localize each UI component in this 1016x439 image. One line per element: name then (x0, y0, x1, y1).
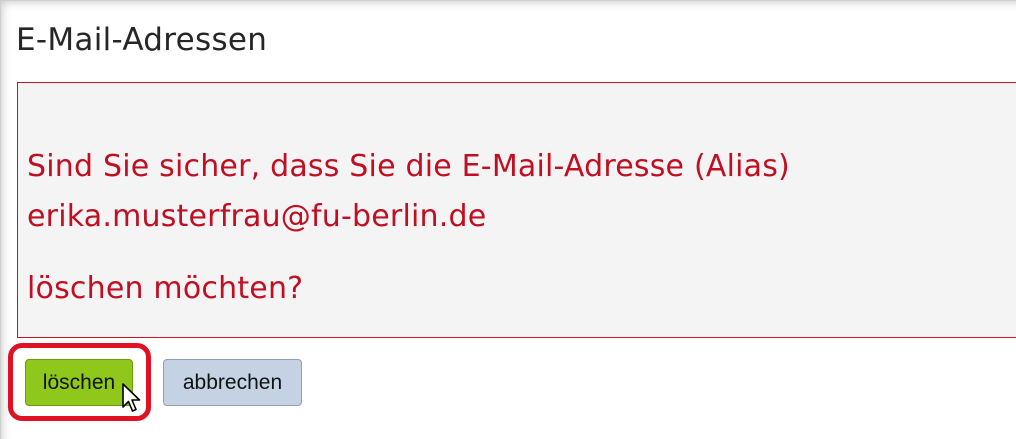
cancel-button[interactable]: abbrechen (163, 359, 302, 406)
delete-button[interactable]: löschen (25, 359, 133, 406)
alias-email-address: erika.musterfrau@fu-berlin.de (27, 199, 487, 234)
delete-confirmation-box: Sind Sie sicher, dass Sie die E-Mail-Adr… (17, 82, 1016, 338)
confirmation-question: Sind Sie sicher, dass Sie die E-Mail-Adr… (27, 149, 790, 184)
page-title: E-Mail-Adressen (16, 22, 268, 58)
confirmation-question-end: löschen möchten? (27, 271, 304, 306)
mouse-pointer-icon (122, 383, 141, 412)
